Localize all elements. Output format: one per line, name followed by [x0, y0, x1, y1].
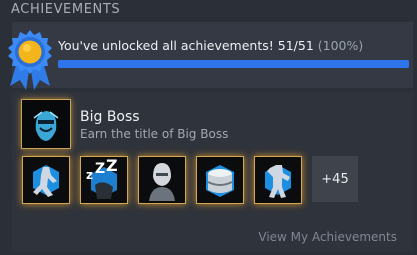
big-boss-achievement-icon[interactable]: [21, 99, 71, 149]
progress-bar: [58, 60, 409, 68]
section-title: ACHIEVEMENTS: [11, 2, 121, 17]
summary-message: You've unlocked all achievements! 51/51: [58, 38, 314, 53]
sleeping-soldier-achievement-icon[interactable]: z Z Z: [80, 156, 128, 204]
more-achievements-count[interactable]: +45: [312, 156, 358, 202]
summary-percent: (100%): [317, 38, 364, 53]
svg-text:z: z: [86, 168, 93, 182]
achievements-panel: ACHIEVEMENTS You've unlocked all achieve…: [0, 0, 417, 255]
barrel-achievement-icon[interactable]: [196, 156, 244, 204]
masked-soldier-achievement-icon[interactable]: [138, 156, 186, 204]
soldier-running-achievement-icon[interactable]: [22, 156, 70, 204]
view-my-achievements-link[interactable]: View My Achievements: [258, 230, 397, 244]
achievement-name: Big Boss: [80, 109, 140, 125]
svg-text:Z: Z: [106, 157, 118, 175]
featured-achievement: Big Boss Earn the title of Big Boss z Z …: [12, 92, 413, 252]
ribbon-medal-icon: [8, 30, 52, 92]
soldier-pose-achievement-icon[interactable]: [254, 156, 302, 204]
achievement-summary[interactable]: You've unlocked all achievements! 51/51 …: [12, 22, 413, 88]
svg-text:Z: Z: [95, 161, 105, 177]
achievement-description: Earn the title of Big Boss: [80, 127, 229, 141]
progress-fill: [58, 60, 409, 68]
summary-text: You've unlocked all achievements! 51/51 …: [58, 38, 363, 53]
